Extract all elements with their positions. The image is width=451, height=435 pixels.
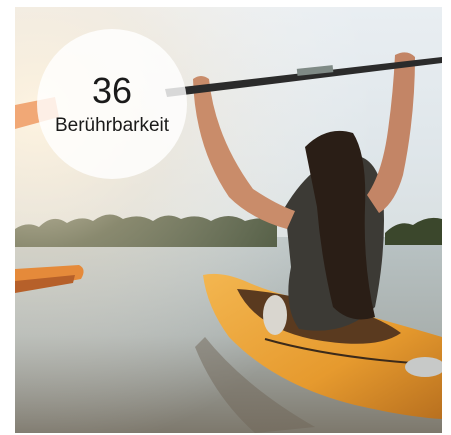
stat-badge: 36 Berührbarkeit (37, 29, 187, 179)
stat-label: Berührbarkeit (54, 115, 170, 136)
photo-card: 36 Berührbarkeit (15, 7, 442, 433)
seat-back (263, 295, 287, 335)
stat-value: 36 (91, 70, 133, 111)
